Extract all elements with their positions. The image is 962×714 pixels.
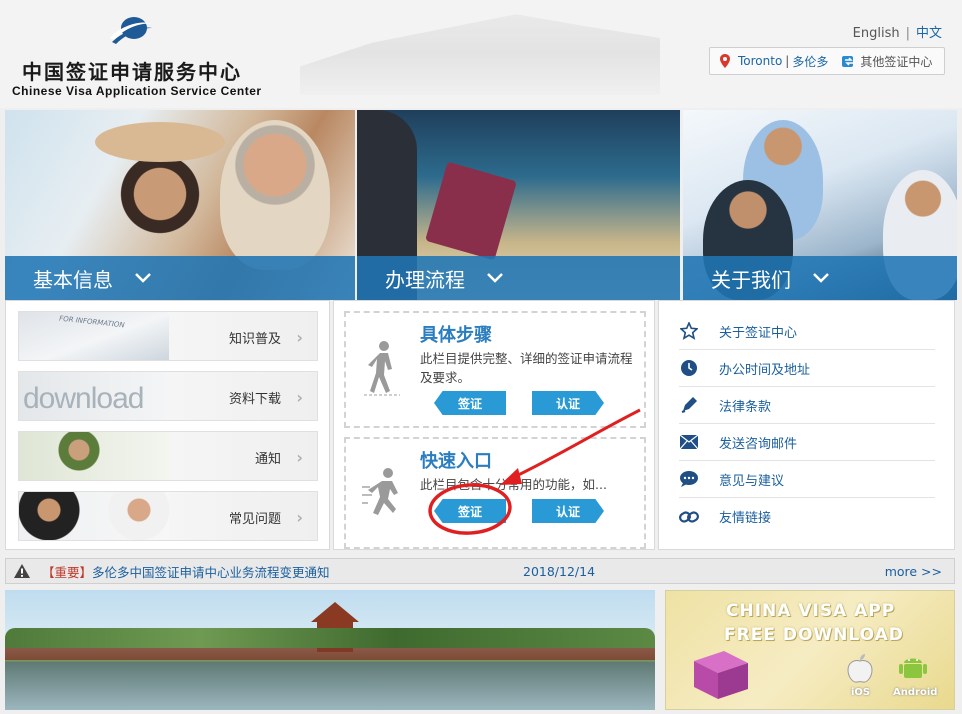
quick-entry-title[interactable]: 快速入口 (420, 447, 492, 473)
logo-swoosh-icon (110, 17, 152, 44)
banner-process[interactable]: 办理流程 (357, 110, 680, 300)
city-chinese[interactable]: 多伦多 (792, 53, 828, 70)
other-centers-link[interactable]: 其他签证中心 (842, 53, 932, 70)
chevron-down-icon (135, 273, 151, 283)
info-item-label: 常见问题 (228, 512, 281, 527)
process-panel: 具体步骤 此栏目提供完整、详细的签证申请流程及要求。 签证 认证 快速入口 此栏… (333, 300, 655, 550)
app-title: CHINA VISA APP (726, 601, 896, 621)
android-label[interactable]: Android (893, 687, 937, 698)
pen-icon (679, 395, 699, 415)
map-pin-icon (720, 54, 730, 68)
lang-separator: | (905, 26, 910, 41)
about-item-links[interactable]: 友情链接 (679, 498, 935, 535)
steps-visa-button[interactable]: 签证 (434, 391, 506, 415)
notice-date: 2018/12/14 (523, 563, 596, 579)
man-photo (220, 120, 330, 270)
trees-shape (5, 628, 655, 648)
logo-chinese-title[interactable]: 中国签证申请服务中心 (22, 56, 242, 85)
about-panel: 关于签证中心 办公时间及地址 法律条款 发送咨询邮件 意见与建议 友情链接 (658, 300, 955, 550)
about-item-label: 关于签证中心 (719, 325, 798, 341)
banner-basic-info[interactable]: 基本信息 (5, 110, 355, 300)
warning-icon (14, 564, 30, 578)
notice-tag: 【重要】 (42, 564, 93, 580)
site-header: 中国签证申请服务中心 Chinese Visa Application Serv… (0, 0, 962, 108)
info-item-knowledge[interactable]: FOR INFORMATION 知识普及 › (18, 311, 318, 361)
tab-label: 关于我们 (711, 267, 791, 292)
about-item-feedback[interactable]: 意见与建议 (679, 461, 935, 498)
forbidden-city-banner[interactable] (5, 590, 655, 710)
tab-label: 办理流程 (385, 267, 465, 292)
thumb-caption: FOR INFORMATION (58, 314, 125, 330)
about-item-legal[interactable]: 法律条款 (679, 387, 935, 424)
chat-icon (679, 469, 699, 489)
quick-auth-button[interactable]: 认证 (532, 499, 604, 523)
link-icon (679, 507, 699, 527)
about-item-center[interactable]: 关于签证中心 (679, 313, 935, 350)
city-english[interactable]: Toronto (738, 54, 782, 68)
people-thumbnail (19, 492, 169, 540)
thumb-caption: download (23, 382, 144, 415)
quick-entry-description: 此栏目包含十分常用的功能，如... (420, 477, 607, 492)
banner-about-us[interactable]: 关于我们 (683, 110, 957, 300)
traveler-thumbnail (19, 432, 169, 480)
download-thumbnail: download (19, 372, 169, 420)
quick-entry-card: 快速入口 此栏目包含十分常用的功能，如... 签证 认证 (344, 437, 646, 549)
info-item-label: 资料下载 (228, 392, 281, 407)
steps-title[interactable]: 具体步骤 (420, 321, 492, 347)
tab-process[interactable]: 办理流程 (357, 256, 680, 300)
chevron-down-icon (487, 273, 503, 283)
info-item-faq[interactable]: 常见问题 › (18, 491, 318, 541)
hat-shape (95, 122, 225, 162)
running-person-icon (362, 468, 398, 515)
lang-chinese-link[interactable]: 中文 (916, 26, 942, 41)
tab-basic-info[interactable]: 基本信息 (5, 256, 355, 300)
logo-english-title[interactable]: Chinese Visa Application Service Center (12, 84, 262, 98)
chevron-right-icon: › (296, 508, 303, 527)
about-item-label: 法律条款 (719, 399, 772, 415)
info-item-label: 知识普及 (228, 332, 281, 347)
clock-icon (679, 358, 699, 378)
about-item-label: 发送咨询邮件 (719, 436, 798, 452)
star-icon (679, 321, 699, 341)
lang-english-link[interactable]: English (853, 26, 900, 41)
city-separator: | (785, 54, 790, 68)
palace-roof-decoration (300, 14, 660, 95)
about-item-label: 办公时间及地址 (719, 362, 811, 378)
notice-bar: 【重要】 多伦多中国签证申请中心业务流程变更通知 2018/12/14 more… (5, 558, 955, 584)
other-centers-label: 其他签证中心 (860, 54, 933, 69)
document-thumbnail: FOR INFORMATION (19, 312, 169, 360)
about-item-email[interactable]: 发送咨询邮件 (679, 424, 935, 461)
gift-box-icon (694, 651, 748, 699)
chevron-right-icon: › (296, 448, 303, 467)
chevron-down-icon (813, 273, 829, 283)
quick-visa-button[interactable]: 签证 (434, 499, 506, 523)
steps-card: 具体步骤 此栏目提供完整、详细的签证申请流程及要求。 签证 认证 (344, 311, 646, 428)
tab-about-us[interactable]: 关于我们 (683, 256, 957, 300)
walking-person-icon (364, 341, 400, 396)
apple-icon (847, 654, 873, 683)
notice-link[interactable]: 多伦多中国签证申请中心业务流程变更通知 (92, 562, 330, 581)
info-item-label: 通知 (254, 452, 281, 467)
passport-photo (425, 161, 517, 261)
about-item-label: 意见与建议 (719, 473, 785, 489)
language-switcher: English | 中文 (853, 22, 942, 41)
steps-auth-button[interactable]: 认证 (532, 391, 604, 415)
about-item-hours[interactable]: 办公时间及地址 (679, 350, 935, 387)
info-item-downloads[interactable]: download 资料下载 › (18, 371, 318, 421)
chevron-right-icon: › (296, 388, 303, 407)
switch-icon (842, 56, 854, 67)
steps-description: 此栏目提供完整、详细的签证申请流程及要求。 (420, 351, 633, 385)
water-reflection (5, 662, 655, 710)
tab-label: 基本信息 (33, 267, 113, 292)
city-selector[interactable]: Toronto | 多伦多 其他签证中心 (709, 47, 945, 75)
about-item-label: 友情链接 (719, 511, 772, 526)
ios-label[interactable]: iOS (851, 687, 870, 698)
android-icon (899, 658, 927, 678)
chevron-right-icon: › (296, 328, 303, 347)
basic-info-panel: FOR INFORMATION 知识普及 › download 资料下载 › 通… (5, 300, 330, 550)
envelope-icon (679, 432, 699, 452)
app-download-banner[interactable]: CHINA VISA APP FREE DOWNLOAD iOS Android (665, 590, 955, 710)
info-item-notices[interactable]: 通知 › (18, 431, 318, 481)
more-link[interactable]: more >> (885, 564, 942, 579)
